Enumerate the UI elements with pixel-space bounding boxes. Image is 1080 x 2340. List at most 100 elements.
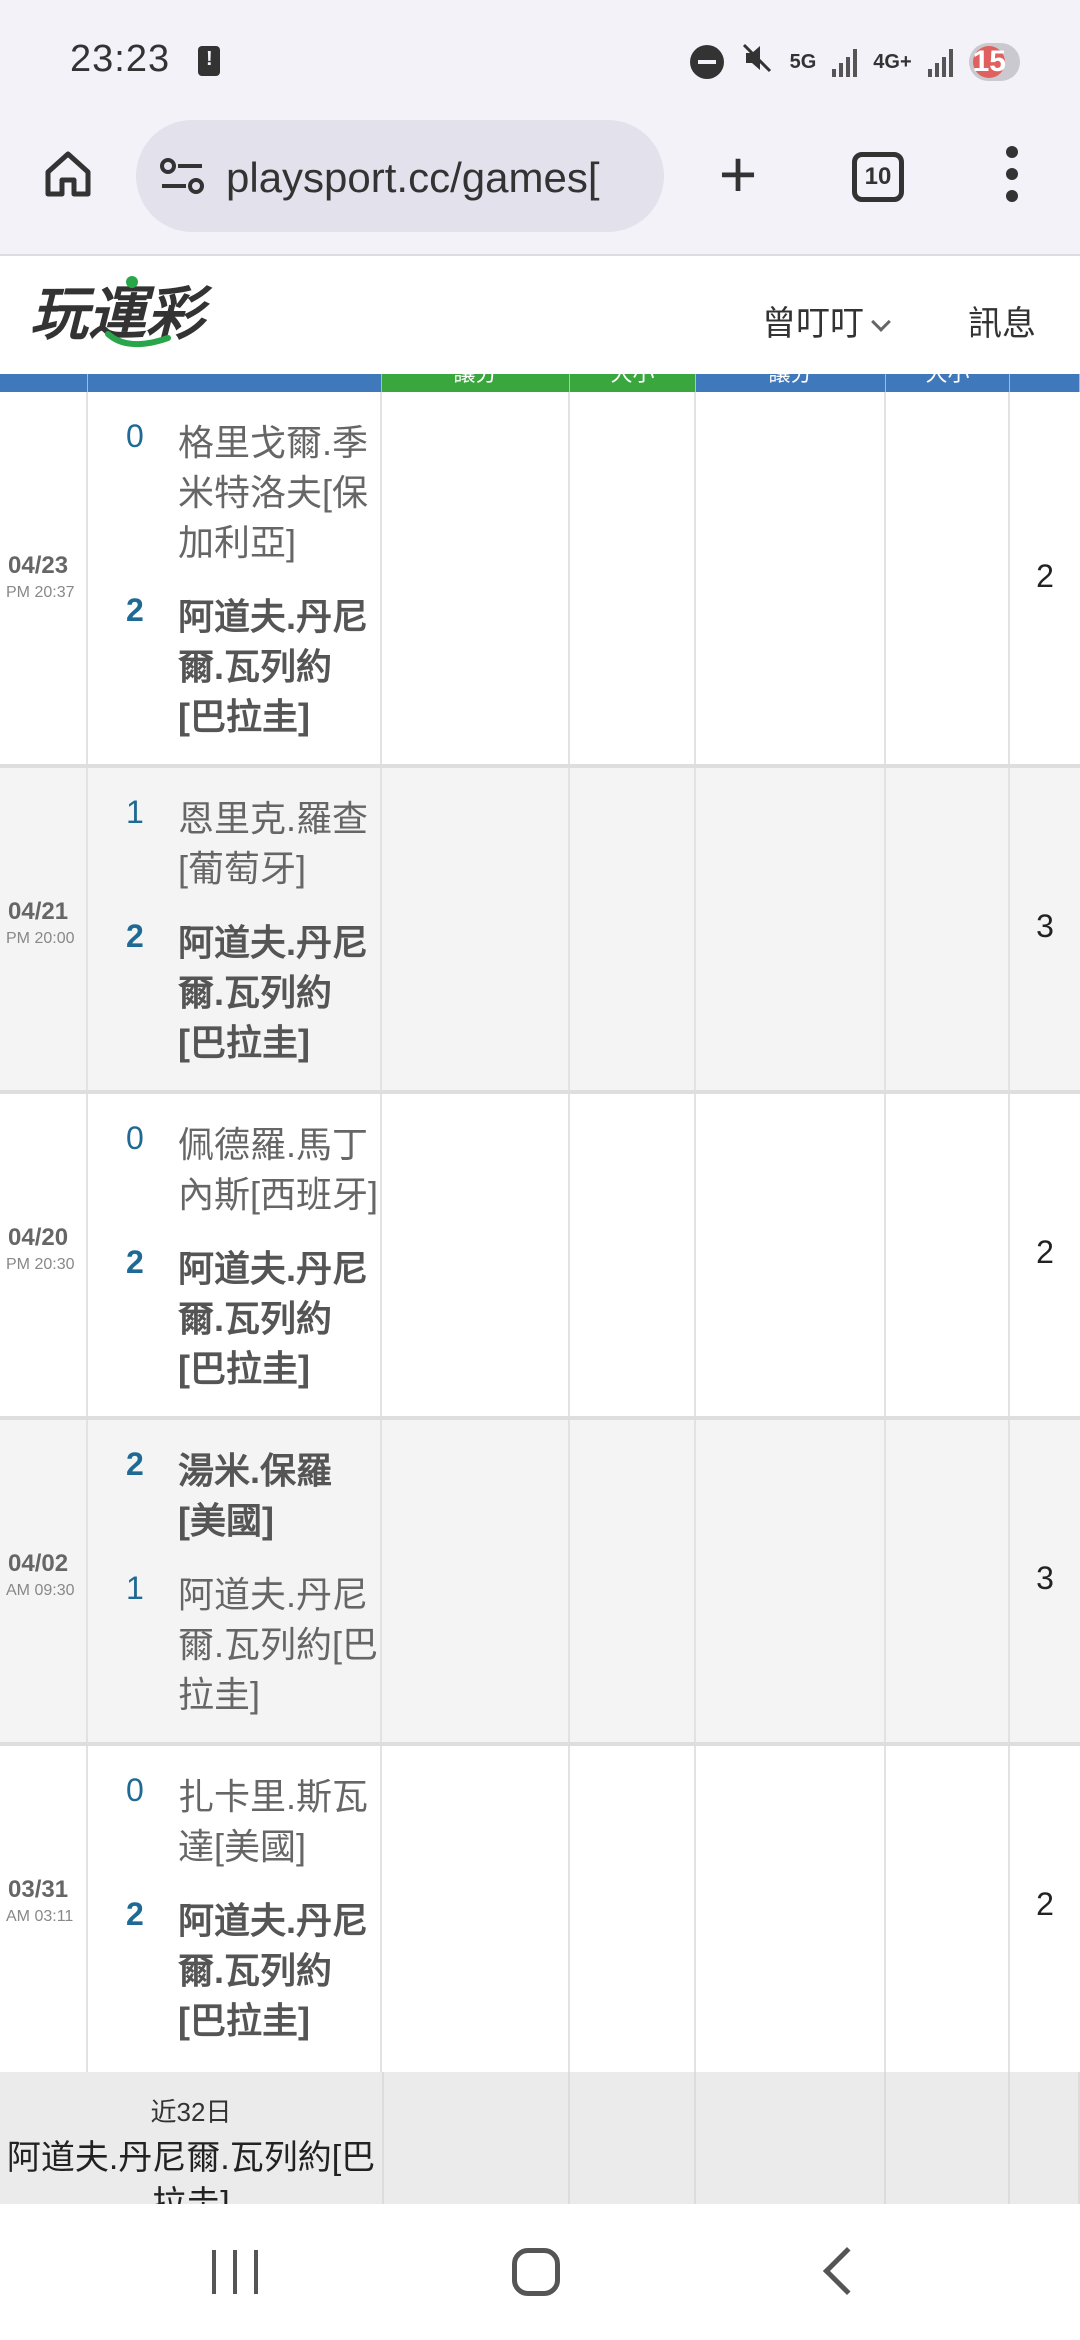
- cell-d: [886, 1746, 1010, 2072]
- game-date: 04/20: [8, 1224, 69, 1251]
- summary-cell-c: [696, 2072, 886, 2204]
- game-total: 3: [1036, 1560, 1054, 1596]
- teams-cell: 0 格里戈爾.季米特洛夫[保加利亞] 2 阿道夫.丹尼爾.瓦列約[巴拉圭]: [88, 392, 382, 764]
- team-2-name[interactable]: 阿道夫.丹尼爾.瓦列約[巴拉圭]: [178, 592, 378, 742]
- game-date: 04/02: [8, 1550, 69, 1577]
- user-name[interactable]: 曾叮叮: [762, 305, 864, 343]
- game-time: PM 20:37: [6, 584, 75, 601]
- cell-d: [886, 1094, 1010, 1416]
- team-2-name[interactable]: 阿道夫.丹尼爾.瓦列約[巴拉圭]: [178, 1896, 378, 2046]
- team-2-name[interactable]: 阿道夫.丹尼爾.瓦列約[巴拉圭]: [178, 1244, 378, 1394]
- logo-text: 玩運彩: [30, 282, 213, 347]
- team-1-name[interactable]: 湯米.保羅[美國]: [178, 1446, 378, 1546]
- cell-c: [696, 392, 886, 764]
- team-2-name[interactable]: 阿道夫.丹尼爾.瓦列約[巴拉圭]: [178, 918, 378, 1068]
- cell-c: [696, 1746, 886, 2072]
- notification-badge: 15: [968, 43, 1020, 81]
- team-1-name[interactable]: 格里戈爾.季米特洛夫[保加利亞]: [178, 418, 378, 568]
- team-2-name[interactable]: 阿道夫.丹尼爾.瓦列約[巴拉圭]: [178, 1570, 378, 1720]
- game-total: 2: [1036, 1886, 1054, 1922]
- game-date: 04/21: [8, 898, 69, 925]
- cell-b: [570, 1746, 696, 2072]
- header-teams-cell: [88, 374, 382, 392]
- date-cell: 03/31 AM 03:11: [0, 1746, 88, 2072]
- site-logo[interactable]: 玩運彩: [28, 272, 228, 362]
- game-time: AM 03:11: [6, 1908, 74, 1925]
- address-bar[interactable]: playsport.cc/games[: [136, 120, 664, 232]
- back-button[interactable]: [822, 2246, 872, 2296]
- more-menu-button[interactable]: [1000, 146, 1024, 206]
- cell-e: 3: [1010, 768, 1080, 1090]
- network-4g-label: 4G+: [873, 51, 912, 73]
- header-total-a: 大小: [570, 374, 696, 392]
- team-2-score: 1: [126, 1570, 144, 1606]
- do-not-disturb-icon: [689, 45, 724, 79]
- cell-a: [382, 392, 570, 764]
- team-1-score: 1: [126, 794, 144, 830]
- teams-cell: 0 佩德羅.馬丁內斯[西班牙] 2 阿道夫.丹尼爾.瓦列約[巴拉圭]: [88, 1094, 382, 1416]
- teams-cell: 0 扎卡里.斯瓦達[美國] 2 阿道夫.丹尼爾.瓦列約[巴拉圭]: [88, 1746, 382, 2072]
- tab-switcher-button[interactable]: 10: [852, 152, 904, 202]
- network-5g-label: 5G: [789, 51, 817, 73]
- cell-e: 2: [1010, 1094, 1080, 1416]
- user-menu[interactable]: 曾叮叮: [762, 296, 891, 345]
- cell-e: 3: [1010, 1420, 1080, 1742]
- game-time: AM 09:30: [6, 1582, 75, 1599]
- team-1-score: 2: [126, 1446, 144, 1482]
- messages-link[interactable]: 訊息: [968, 296, 1036, 345]
- summary-label: 近32日 阿道夫.丹尼爾.瓦列約[巴拉圭]: [0, 2092, 382, 2204]
- cell-b: [570, 1420, 696, 1742]
- game-date: 04/23: [8, 552, 69, 579]
- game-time: PM 20:00: [6, 930, 75, 947]
- game-total: 3: [1036, 908, 1054, 944]
- teams-cell: 2 湯米.保羅[美國] 1 阿道夫.丹尼爾.瓦列約[巴拉圭]: [88, 1420, 382, 1742]
- cell-c: [696, 1094, 886, 1416]
- summary-divider: [382, 2072, 384, 2204]
- game-total: 2: [1036, 558, 1054, 594]
- home-button[interactable]: [40, 146, 96, 202]
- mute-icon: [740, 41, 774, 83]
- table-row: 04/02 AM 09:30 2 湯米.保羅[美國] 1 阿道夫.丹尼爾.瓦列約…: [0, 1420, 1080, 1746]
- team-2-score: 2: [126, 1244, 144, 1280]
- game-date: 03/31: [8, 1876, 69, 1903]
- home-nav-button[interactable]: [512, 2248, 560, 2296]
- header-spread-a: 讓分: [382, 374, 570, 392]
- status-icons: 5G 4G+ 15: [689, 40, 1020, 84]
- header-spread-b: 讓分: [696, 374, 886, 392]
- recent-apps-button[interactable]: [212, 2250, 258, 2294]
- cell-a: [382, 768, 570, 1090]
- date-cell: 04/21 PM 20:00: [0, 768, 88, 1090]
- cell-d: [886, 392, 1010, 764]
- team-1-name[interactable]: 佩德羅.馬丁內斯[西班牙]: [178, 1120, 378, 1220]
- date-cell: 04/02 AM 09:30: [0, 1420, 88, 1742]
- site-header: 玩運彩 曾叮叮 訊息: [0, 256, 1080, 374]
- team-2-score: 2: [126, 1896, 144, 1932]
- cell-c: [696, 768, 886, 1090]
- team-2-score: 2: [126, 918, 144, 954]
- new-tab-button[interactable]: +: [710, 141, 766, 207]
- cell-d: [886, 1420, 1010, 1742]
- date-cell: 04/20 PM 20:30: [0, 1094, 88, 1416]
- chevron-down-icon: [871, 312, 891, 332]
- home-icon: [45, 151, 91, 197]
- cell-a: [382, 1420, 570, 1742]
- summary-cell-d: [886, 2072, 1010, 2204]
- table-header: 讓分 大小 讓分 大小: [0, 374, 1080, 392]
- signal-icon-2: [927, 47, 953, 77]
- cell-b: [570, 1094, 696, 1416]
- header-total-b: 大小: [886, 374, 1010, 392]
- cell-c: [696, 1420, 886, 1742]
- team-1-score: 0: [126, 1120, 144, 1156]
- team-1-name[interactable]: 扎卡里.斯瓦達[美國]: [178, 1772, 378, 1872]
- team-1-score: 0: [126, 1772, 144, 1808]
- team-1-name[interactable]: 恩里克.羅查[葡萄牙]: [178, 794, 378, 894]
- url-text[interactable]: playsport.cc/games[: [226, 154, 646, 202]
- date-cell: 04/23 PM 20:37: [0, 392, 88, 764]
- site-settings-icon[interactable]: [158, 156, 206, 196]
- summary-player: 阿道夫.丹尼爾.瓦列約[巴拉圭]: [6, 2139, 376, 2204]
- table-row: 03/31 AM 03:11 0 扎卡里.斯瓦達[美國] 2 阿道夫.丹尼爾.瓦…: [0, 1746, 1080, 2072]
- summary-period: 近32日: [150, 2097, 232, 2127]
- table-row: 04/21 PM 20:00 1 恩里克.羅查[葡萄牙] 2 阿道夫.丹尼爾.瓦…: [0, 768, 1080, 1094]
- cell-b: [570, 392, 696, 764]
- summary-cell-a: [382, 2072, 570, 2204]
